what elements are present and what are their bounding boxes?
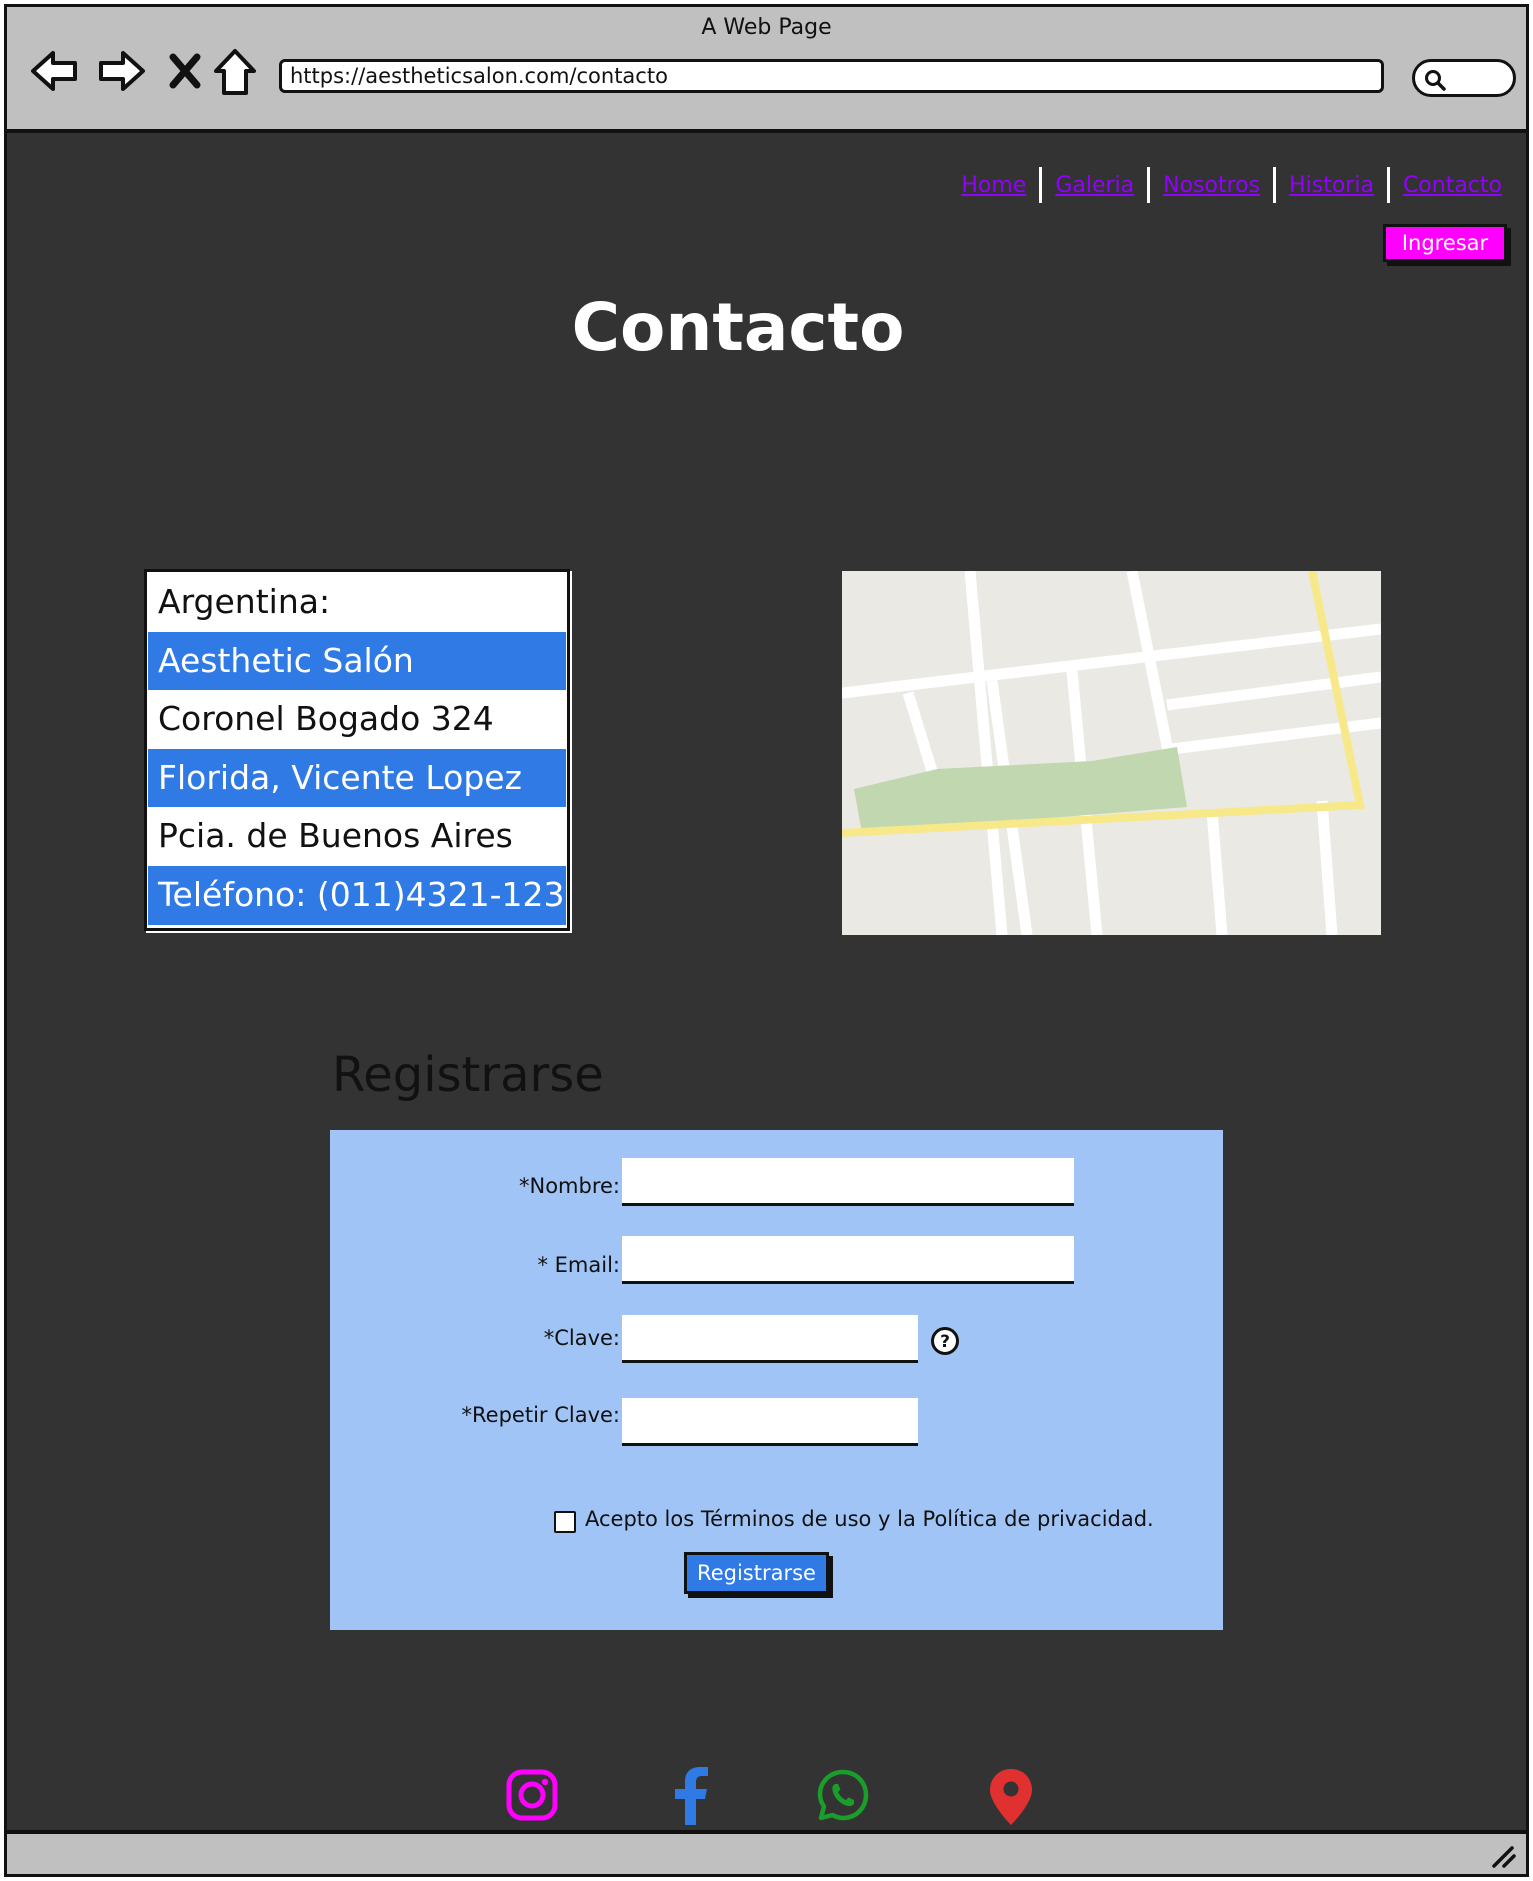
nav-separator	[1273, 167, 1277, 203]
search-icon	[1425, 70, 1446, 91]
forward-arrow-icon[interactable]	[95, 47, 147, 95]
browser-window: A Web Page https://aestheticsalon.com/co…	[4, 4, 1529, 1877]
resize-grip-icon[interactable]	[1488, 1844, 1516, 1868]
facebook-icon[interactable]	[670, 1767, 710, 1825]
nav-separator	[1147, 167, 1151, 203]
nav-link-historia[interactable]: Historia	[1289, 173, 1374, 198]
terms-label: Acepto los Términos de uso y la Política…	[585, 1507, 1154, 1531]
register-submit-button[interactable]: Registrarse	[684, 1552, 829, 1594]
main-nav: Home Galeria Nosotros Historia Contacto	[961, 167, 1502, 203]
browser-search-button[interactable]	[1412, 59, 1516, 97]
clave-input[interactable]	[622, 1315, 918, 1363]
repetir-clave-input[interactable]	[622, 1398, 918, 1446]
address-row: Florida, Vicente Lopez	[148, 748, 566, 808]
browser-chrome: A Web Page https://aestheticsalon.com/co…	[7, 7, 1526, 133]
page-title: Contacto	[571, 289, 905, 366]
register-form: *Nombre: * Email: *Clave: ? *Repetir Cla…	[330, 1130, 1223, 1630]
back-arrow-icon[interactable]	[29, 47, 81, 95]
nav-link-home[interactable]: Home	[961, 173, 1026, 198]
window-title: A Web Page	[701, 15, 832, 40]
whatsapp-icon[interactable]	[815, 1767, 871, 1823]
nombre-label: *Nombre:	[518, 1174, 620, 1198]
address-row: Coronel Bogado 324	[158, 699, 494, 739]
nav-separator	[1039, 167, 1043, 203]
address-row: Argentina:	[158, 582, 331, 621]
email-input[interactable]	[622, 1236, 1074, 1284]
clave-label: *Clave:	[543, 1326, 620, 1350]
address-row: Pcia. de Buenos Aires	[158, 816, 513, 856]
nav-link-nosotros[interactable]: Nosotros	[1163, 173, 1260, 198]
location-map[interactable]	[842, 571, 1381, 935]
home-icon[interactable]	[212, 47, 258, 97]
nombre-input[interactable]	[622, 1158, 1074, 1206]
address-row: Teléfono: (011)4321-1234	[148, 865, 566, 925]
stop-icon[interactable]	[167, 47, 203, 95]
help-icon[interactable]: ?	[930, 1326, 960, 1356]
address-list: Argentina: Aesthetic Salón Coronel Bogad…	[144, 569, 570, 931]
nav-link-galeria[interactable]: Galeria	[1055, 173, 1134, 198]
nav-separator	[1386, 167, 1390, 203]
nav-link-contacto[interactable]: Contacto	[1403, 173, 1502, 198]
address-bar[interactable]: https://aestheticsalon.com/contacto	[279, 59, 1384, 93]
repetir-clave-label: *Repetir Clave:	[461, 1403, 620, 1427]
login-button[interactable]: Ingresar	[1383, 224, 1507, 262]
email-label: * Email:	[537, 1253, 620, 1277]
status-bar	[7, 1830, 1526, 1874]
register-heading: Registrarse	[332, 1047, 604, 1103]
location-pin-icon[interactable]	[988, 1767, 1034, 1827]
address-row: Aesthetic Salón	[148, 631, 566, 691]
instagram-icon[interactable]	[504, 1767, 560, 1823]
terms-checkbox[interactable]	[554, 1511, 576, 1533]
svg-text:?: ?	[940, 1332, 950, 1352]
